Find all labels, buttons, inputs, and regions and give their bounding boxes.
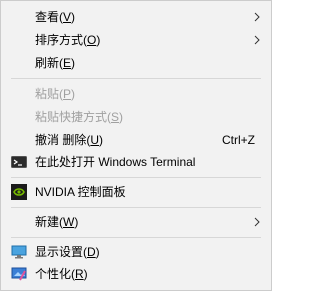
menu-item-label: NVIDIA 控制面板 (35, 185, 126, 199)
personalize-icon (11, 267, 27, 281)
menu-item-display-settings[interactable]: 显示设置(D) (3, 241, 269, 263)
menu-item-label: 刷新(E) (35, 56, 76, 70)
menu-item-refresh[interactable]: 刷新(E) (3, 52, 269, 74)
menu-item-view[interactable]: 查看(V) (3, 6, 269, 28)
menu-item-label: 个性化(R) (35, 267, 88, 281)
menu-item-nvidia-control-panel[interactable]: NVIDIA 控制面板 (3, 181, 269, 203)
menu-item-label: 显示设置(D) (35, 245, 100, 259)
menu-separator (11, 78, 261, 79)
menu-item-label: 粘贴快捷方式(S) (35, 110, 124, 124)
menu-item-label: 排序方式(O) (35, 33, 101, 47)
menu-item-label: 查看(V) (35, 10, 76, 24)
display-settings-icon (11, 245, 27, 259)
menu-separator (11, 207, 261, 208)
menu-item-paste: 粘贴(P) (3, 83, 269, 105)
menu-item-personalize[interactable]: 个性化(R) (3, 263, 269, 285)
menu-item-new[interactable]: 新建(W) (3, 211, 269, 233)
menu-item-sort[interactable]: 排序方式(O) (3, 29, 269, 51)
menu-item-paste-shortcut: 粘贴快捷方式(S) (3, 106, 269, 128)
menu-item-label: 粘贴(P) (35, 87, 76, 101)
nvidia-icon (11, 184, 27, 200)
chevron-right-icon (254, 12, 260, 22)
menu-item-undo-delete[interactable]: 撤消 删除(U) Ctrl+Z (3, 129, 269, 151)
desktop-context-menu: 查看(V) 排序方式(O) 刷新(E) 粘贴(P) 粘贴快捷方式(S) 撤消 删… (0, 0, 272, 291)
menu-item-label: 在此处打开 Windows Terminal (35, 155, 196, 169)
chevron-right-icon (254, 35, 260, 45)
menu-item-label: 撤消 删除(U) (35, 133, 104, 147)
terminal-icon (11, 156, 27, 168)
shortcut-label: Ctrl+Z (222, 133, 255, 147)
menu-separator (11, 177, 261, 178)
menu-separator (11, 237, 261, 238)
menu-item-label: 新建(W) (35, 215, 79, 229)
menu-item-open-terminal[interactable]: 在此处打开 Windows Terminal (3, 151, 269, 173)
chevron-right-icon (254, 217, 260, 227)
